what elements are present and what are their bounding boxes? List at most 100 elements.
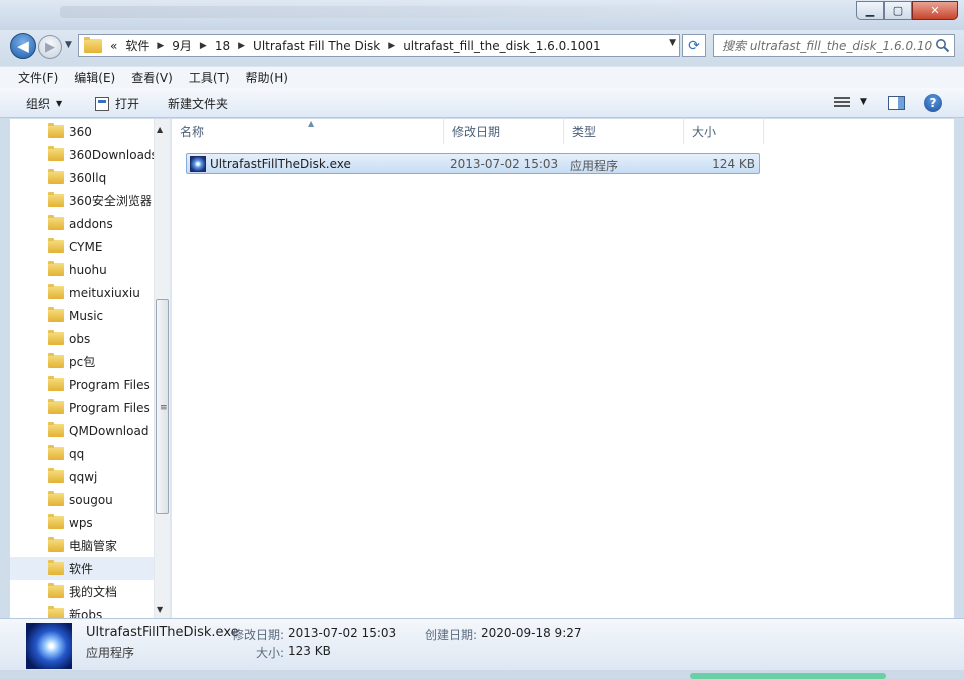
breadcrumb-separator-icon[interactable]: ▶ [238,41,245,51]
details-modified-label: 修改日期: [232,628,285,642]
nav-folder-item[interactable]: CYME [10,235,154,258]
breadcrumb-overflow[interactable]: « [110,39,117,53]
breadcrumb-item[interactable]: ultrafast_fill_the_disk_1.6.0.1001 [403,39,600,53]
nav-folder-item[interactable]: obs [10,327,154,350]
nav-folder-item[interactable]: pc包 [10,350,154,373]
details-created-value: 2020-09-18 9:27 [481,626,582,640]
nav-folder-item[interactable]: 新obs [10,603,154,618]
nav-folder-label: Program Files [69,377,150,392]
breadcrumb-item[interactable]: 软件 [125,37,149,54]
column-header-type[interactable]: 类型 [564,119,684,144]
breadcrumb-separator-icon[interactable]: ▶ [157,41,164,51]
file-type: 应用程序 [570,159,619,173]
menu-view[interactable]: 查看(V) [123,69,181,86]
nav-folder-label: qq [69,446,85,461]
nav-folder-item[interactable]: 软件 [10,557,154,580]
nav-folder-label: huohu [69,262,107,277]
minimize-button[interactable]: ▁ [856,1,884,20]
nav-folder-item[interactable]: QMDownload [10,419,154,442]
address-bar[interactable]: « 软件 ▶ 9月 ▶ 18 ▶ Ultrafast Fill The Disk… [78,34,680,57]
column-header-modified[interactable]: 修改日期 [444,119,564,144]
folder-icon [48,491,64,506]
nav-folder-item[interactable]: Music [10,304,154,327]
nav-folder-item[interactable]: Program Files [10,396,154,419]
nav-folder-label: obs [69,331,91,346]
nav-folder-label: qqwj [69,469,98,484]
nav-folder-label: 新obs [69,608,103,618]
nav-folder-label: QMDownload [69,423,149,438]
new-folder-label: 新建文件夹 [168,97,229,111]
history-dropdown-icon[interactable]: ▼ [65,40,72,50]
nav-folder-item[interactable]: 360llq [10,166,154,189]
details-file-name: UltrafastFillTheDisk.exe [86,625,239,640]
menu-tools[interactable]: 工具(T) [181,69,238,86]
preview-pane-icon[interactable] [888,96,905,110]
menu-edit[interactable]: 编辑(E) [66,69,123,86]
nav-folder-label: Music [69,308,104,323]
folder-icon [48,353,64,368]
open-button[interactable]: 打开 [95,95,139,112]
forward-arrow-icon[interactable]: ▶ [38,35,62,59]
nav-folder-item[interactable]: 360 [10,120,154,143]
nav-folder-item[interactable]: huohu [10,258,154,281]
menu-bar: 文件(F) 编辑(E) 查看(V) 工具(T) 帮助(H) [0,66,964,88]
maximize-button[interactable]: ▢ [884,1,912,20]
file-row[interactable]: UltrafastFillTheDisk.exe 2013-07-02 15:0… [186,153,760,174]
close-button[interactable]: ✕ [912,1,958,20]
column-header-name[interactable]: 名称 ▲ [172,119,444,144]
nav-folder-item[interactable]: 电脑管家 [10,534,154,557]
search-input[interactable] [722,38,932,53]
scroll-down-icon[interactable]: ▼ [157,605,163,614]
new-folder-button[interactable]: 新建文件夹 [168,95,228,112]
title-bar: ▁ ▢ ✕ [0,0,964,30]
nav-folder-item[interactable]: 我的文档 [10,580,154,603]
view-dropdown-icon[interactable]: ▼ [860,97,867,107]
organize-button[interactable]: 组织 ▼ [26,95,62,112]
breadcrumb-separator-icon[interactable]: ▶ [200,41,207,51]
nav-folder-label: 360Downloads [69,147,154,162]
search-icon[interactable] [935,38,950,53]
column-header-size[interactable]: 大小 [684,119,764,144]
back-arrow-icon[interactable]: ◀ [10,33,36,59]
nav-folder-item[interactable]: qqwj [10,465,154,488]
open-icon [95,96,109,111]
nav-folder-item[interactable]: 360安全浏览器 [10,189,154,212]
title-bar-blur [60,6,680,18]
folder-icon [48,399,64,414]
breadcrumb-item[interactable]: Ultrafast Fill The Disk [253,39,380,53]
scrollbar-thumb[interactable]: ≡ [156,299,169,514]
nav-folder-item[interactable]: addons [10,212,154,235]
refresh-icon[interactable]: ⟳ [682,34,706,57]
details-size-label: 大小: [256,646,285,660]
organize-label: 组织 [26,97,51,111]
sort-ascending-icon: ▲ [308,119,315,128]
help-icon[interactable]: ? [924,94,942,112]
nav-scrollbar[interactable]: ▲ ≡ ▼ [154,119,170,618]
nav-folder-item[interactable]: wps [10,511,154,534]
address-dropdown-icon[interactable]: ▼ [669,38,676,48]
details-modified-value: 2013-07-02 15:03 [288,626,397,640]
breadcrumb-item[interactable]: 18 [215,39,230,53]
column-name-label: 名称 [180,125,205,139]
nav-folder-item[interactable]: 360Downloads [10,143,154,166]
scroll-up-icon[interactable]: ▲ [157,125,163,134]
nav-folder-item[interactable]: Program Files [10,373,154,396]
folder-icon [48,445,64,460]
nav-folder-label: CYME [69,239,103,254]
menu-help[interactable]: 帮助(H) [238,69,296,86]
folder-icon [48,146,64,161]
breadcrumb-separator-icon[interactable]: ▶ [388,41,395,51]
search-box[interactable] [713,34,955,57]
nav-folder-label: 360安全浏览器 [69,194,152,208]
nav-folder-item[interactable]: qq [10,442,154,465]
nav-folder-item[interactable]: sougou [10,488,154,511]
nav-folder-label: Program Files [69,400,150,415]
folder-icon [84,36,102,53]
menu-file[interactable]: 文件(F) [10,69,66,86]
breadcrumb-item[interactable]: 9月 [172,37,192,54]
window-controls: ▁ ▢ ✕ [856,1,958,20]
file-modified: 2013-07-02 15:03 [450,157,559,171]
view-list-icon[interactable] [834,97,850,109]
folder-icon [48,514,64,529]
nav-folder-item[interactable]: meituxiuxiu [10,281,154,304]
